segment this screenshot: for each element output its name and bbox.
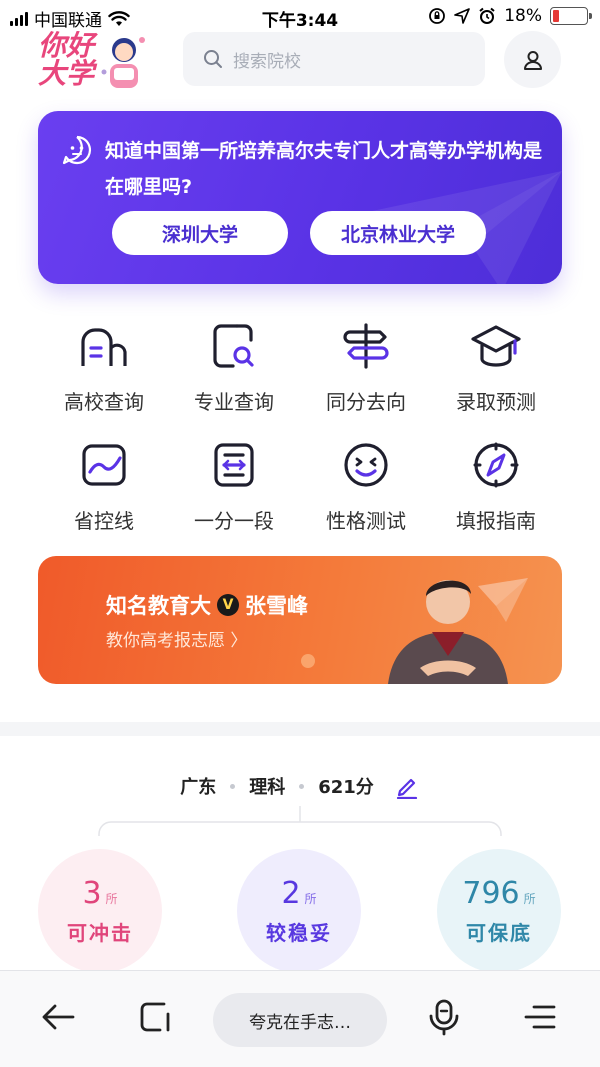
result-safe[interactable]: 796 所 可保底 <box>437 849 561 973</box>
back-arrow-icon <box>42 1004 75 1030</box>
feature-same-score-destination[interactable]: 同分去向 <box>301 318 431 428</box>
feature-label: 专业查询 <box>194 390 274 414</box>
score-segment-icon <box>206 437 262 493</box>
feature-admission-prediction[interactable]: 录取预测 <box>431 318 561 428</box>
school-building-icon <box>76 318 132 374</box>
result-label: 可冲击 <box>67 920 133 945</box>
banner-subtitle: 教你高考报志愿 〉 <box>106 631 248 651</box>
status-right: 18% <box>428 6 592 26</box>
subject-type: 理科 <box>249 777 286 798</box>
banner-title-right: 张雪峰 <box>245 594 308 618</box>
feature-score-segment[interactable]: 一分一段 <box>169 437 299 547</box>
back-button[interactable] <box>38 997 78 1037</box>
score-selector[interactable]: 广东 理科 621分 <box>0 772 600 800</box>
microphone-icon <box>429 999 459 1036</box>
section-divider <box>0 722 600 736</box>
feature-label: 填报指南 <box>456 509 536 533</box>
result-count: 3 <box>82 875 102 911</box>
exam-score: 621分 <box>318 777 374 798</box>
result-stable[interactable]: 2所 较稳妥 <box>237 849 361 973</box>
profile-button[interactable] <box>504 31 561 88</box>
province: 广东 <box>180 777 217 798</box>
result-label: 较稳妥 <box>266 920 332 945</box>
result-count-row: 796 所 <box>462 875 536 911</box>
separator-dot <box>299 783 305 789</box>
tabs-button[interactable] <box>135 997 175 1037</box>
logo-text: 你好大学 <box>38 29 95 90</box>
rotation-lock-icon <box>429 8 446 24</box>
search-box[interactable]: 搜索院校 <box>183 32 485 86</box>
banner-title-left: 知名教育大 <box>106 594 211 618</box>
battery-level-fill <box>553 10 559 22</box>
alarm-icon <box>479 7 495 24</box>
trend-line-icon <box>76 437 132 493</box>
tabs-icon <box>140 1002 170 1032</box>
feature-personality-test[interactable]: 性格测试 <box>301 437 431 547</box>
app-logo[interactable]: 你好大学 <box>38 28 158 96</box>
quiz-option-2[interactable]: 北京林业大学 <box>310 211 486 255</box>
verified-badge-icon: V <box>217 594 239 616</box>
feature-major-search[interactable]: 专业查询 <box>169 318 299 428</box>
result-connector-lines <box>98 806 502 836</box>
result-count: 796 <box>462 875 520 911</box>
graduation-cap-icon <box>468 318 524 374</box>
presenter-portrait <box>388 580 508 684</box>
result-rush[interactable]: 3所 可冲击 <box>38 849 162 973</box>
edit-pencil-icon[interactable] <box>394 773 420 799</box>
result-unit: 所 <box>105 891 118 906</box>
result-count: 2 <box>281 875 301 911</box>
quiz-question: 知道中国第一所培养高尔夫专门人才高等办学机构是在哪里吗? <box>105 140 543 198</box>
address-pill[interactable]: 夸克在手志… <box>213 993 387 1047</box>
browser-toolbar: 夸克在手志… <box>0 970 600 1067</box>
search-icon <box>204 50 222 68</box>
smile-face-icon <box>338 437 394 493</box>
voice-button[interactable] <box>424 997 464 1037</box>
signpost-icon <box>338 318 394 374</box>
location-arrow-icon <box>454 8 471 24</box>
feature-label: 省控线 <box>74 509 134 533</box>
feature-label: 同分去向 <box>326 390 406 414</box>
result-count-row: 3所 <box>82 875 118 911</box>
chat-face-icon <box>62 135 92 165</box>
major-search-icon <box>206 318 262 374</box>
search-placeholder: 搜索院校 <box>233 51 301 72</box>
feature-application-guide[interactable]: 填报指南 <box>431 437 561 547</box>
result-label: 可保底 <box>466 920 532 945</box>
promo-banner[interactable]: 知名教育大 V 张雪峰 教你高考报志愿 〉 <box>38 556 562 684</box>
menu-button[interactable] <box>520 997 560 1037</box>
mascot-illustration <box>101 37 145 88</box>
feature-label: 高校查询 <box>64 390 144 414</box>
feature-provincial-control-line[interactable]: 省控线 <box>39 437 169 547</box>
result-unit: 所 <box>304 891 317 906</box>
banner-title: 知名教育大 V 张雪峰 <box>106 590 308 620</box>
quiz-option-1[interactable]: 深圳大学 <box>112 211 288 255</box>
result-count-row: 2所 <box>281 875 317 911</box>
feature-label: 一分一段 <box>194 509 274 533</box>
feature-label: 录取预测 <box>456 390 536 414</box>
user-icon <box>523 50 542 70</box>
feature-label: 性格测试 <box>326 509 406 533</box>
battery-icon <box>550 7 592 25</box>
feature-college-search[interactable]: 高校查询 <box>39 318 169 428</box>
quiz-card: 知道中国第一所培养高尔夫专门人才高等办学机构是在哪里吗? 深圳大学 北京林业大学 <box>38 111 562 284</box>
battery-percent: 18% <box>504 6 542 26</box>
separator-dot <box>230 783 236 789</box>
result-unit: 所 <box>523 891 536 906</box>
menu-lines-icon <box>524 1005 556 1029</box>
compass-icon <box>468 437 524 493</box>
